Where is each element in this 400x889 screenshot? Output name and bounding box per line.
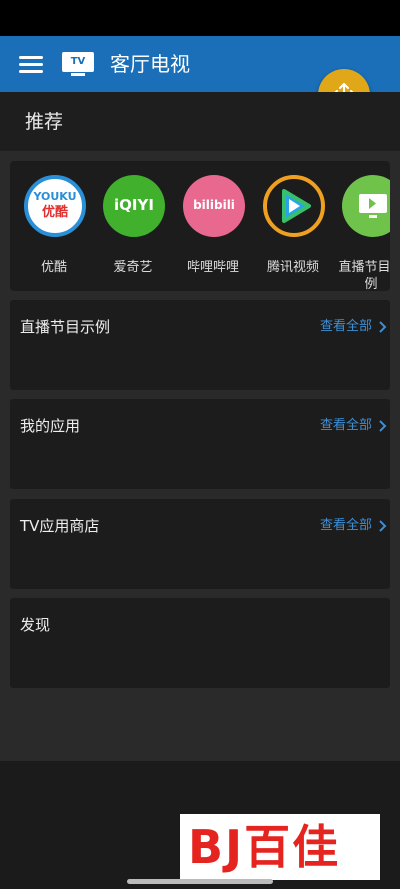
app-label: 优酷 xyxy=(40,260,67,275)
status-bar xyxy=(0,0,400,36)
chevron-right-icon xyxy=(379,420,387,432)
app-label: 哔哩哔哩 xyxy=(186,260,239,275)
home-indicator[interactable] xyxy=(127,879,273,884)
card-my-apps: 我的应用 查看全部 xyxy=(10,399,390,489)
tv-logo-icon: TV xyxy=(62,52,96,78)
hamburger-menu-icon[interactable] xyxy=(19,54,45,74)
card-discover: 发现 xyxy=(10,598,390,688)
app-label: 直播节目示例 xyxy=(338,260,390,291)
app-item-youku[interactable]: YOUKU 优酷 优酷 xyxy=(14,175,94,285)
app-title: 客厅电视 xyxy=(110,52,190,76)
youku-icon: YOUKU 优酷 xyxy=(24,175,86,237)
app-item-live-sample[interactable]: 直播节目示例 xyxy=(332,175,390,291)
chevron-right-icon xyxy=(379,520,387,532)
see-all-link[interactable]: 查看全部 xyxy=(320,317,387,337)
card-title: TV应用商店 xyxy=(20,517,100,535)
section-title: 推荐 xyxy=(25,111,64,133)
see-all-link[interactable]: 查看全部 xyxy=(320,416,387,436)
tencent-video-icon xyxy=(263,175,325,237)
app-item-bilibili[interactable]: bilibili 哔哩哔哩 xyxy=(173,175,253,285)
bilibili-icon: bilibili xyxy=(183,175,245,237)
app-label: 腾讯视频 xyxy=(266,260,319,275)
card-title: 发现 xyxy=(20,616,51,634)
card-live-sample: 直播节目示例 查看全部 xyxy=(10,300,390,390)
see-all-link[interactable]: 查看全部 xyxy=(320,516,387,536)
recommended-apps-panel: YOUKU 优酷 优酷 iQIYI 爱奇艺 bilibili 哔哩哔哩 腾讯视频 xyxy=(10,161,390,291)
tv-icon xyxy=(342,175,390,237)
chevron-right-icon xyxy=(379,321,387,333)
app-item-tencent-video[interactable]: 腾讯视频 xyxy=(253,175,333,285)
section-header: 推荐 xyxy=(0,92,400,151)
watermark-logo: BJ百佳 xyxy=(180,814,380,880)
card-title: 我的应用 xyxy=(20,417,81,435)
card-title: 直播节目示例 xyxy=(20,318,111,336)
app-label: 爱奇艺 xyxy=(113,260,153,275)
iqiyi-icon: iQIYI xyxy=(103,175,165,237)
card-tv-app-store: TV应用商店 查看全部 xyxy=(10,499,390,589)
app-item-iqiyi[interactable]: iQIYI 爱奇艺 xyxy=(93,175,173,285)
tv-logo-text: TV xyxy=(62,52,94,72)
